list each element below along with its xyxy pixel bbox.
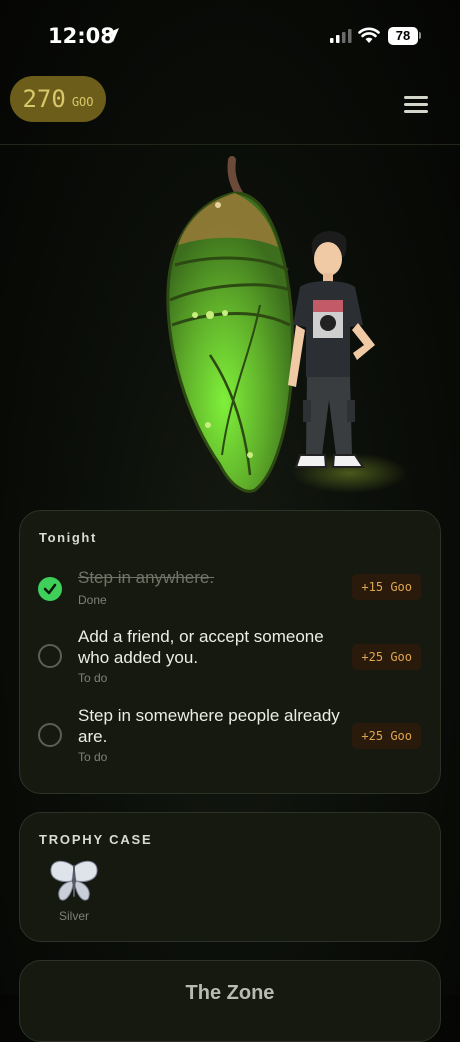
task-title: Step in anywhere. (78, 568, 215, 587)
reward-badge: +25 Goo (352, 723, 421, 749)
task-title: Add a friend, or accept someone who adde… (78, 627, 324, 667)
task-status: To do (78, 671, 108, 685)
cellular-signal-icon (330, 29, 352, 43)
task-status: Done (78, 593, 107, 607)
location-arrow-icon (105, 28, 119, 42)
header-divider (0, 144, 460, 145)
reward-badge: +15 Goo (352, 574, 421, 600)
task-title: Step in somewhere people already are. (78, 706, 340, 746)
battery-icon: 78 (388, 27, 418, 45)
empty-circle-icon[interactable] (38, 644, 62, 668)
butterfly-icon[interactable] (48, 859, 100, 903)
chrysalis-avatar-illustration (166, 156, 408, 493)
avatar-person (288, 231, 375, 468)
goo-unit: GOO (71, 95, 94, 109)
battery-tip (419, 32, 421, 39)
goo-balance-pill[interactable]: 270 GOO (10, 76, 106, 122)
empty-circle-icon[interactable] (38, 723, 62, 747)
status-bar: 12:08 78 (0, 0, 460, 72)
tonight-title: Tonight (39, 530, 97, 545)
tonight-card: Tonight Step in anywhere. Done +15 Goo A… (19, 510, 441, 794)
reward-badge: +25 Goo (352, 644, 421, 670)
wifi-icon (358, 27, 380, 43)
trophy-case-card: TROPHY CASE Silver (19, 812, 441, 942)
trophy-case-title: TROPHY CASE (39, 832, 153, 847)
goo-amount: 270 (22, 85, 66, 113)
task-status: To do (78, 750, 108, 764)
checkmark-done-icon[interactable] (38, 577, 62, 601)
zone-title: The Zone (185, 982, 275, 1004)
zone-card[interactable]: The Zone (19, 960, 441, 1042)
trophy-label-silver: Silver (58, 909, 89, 923)
hamburger-menu-icon[interactable] (404, 96, 428, 114)
